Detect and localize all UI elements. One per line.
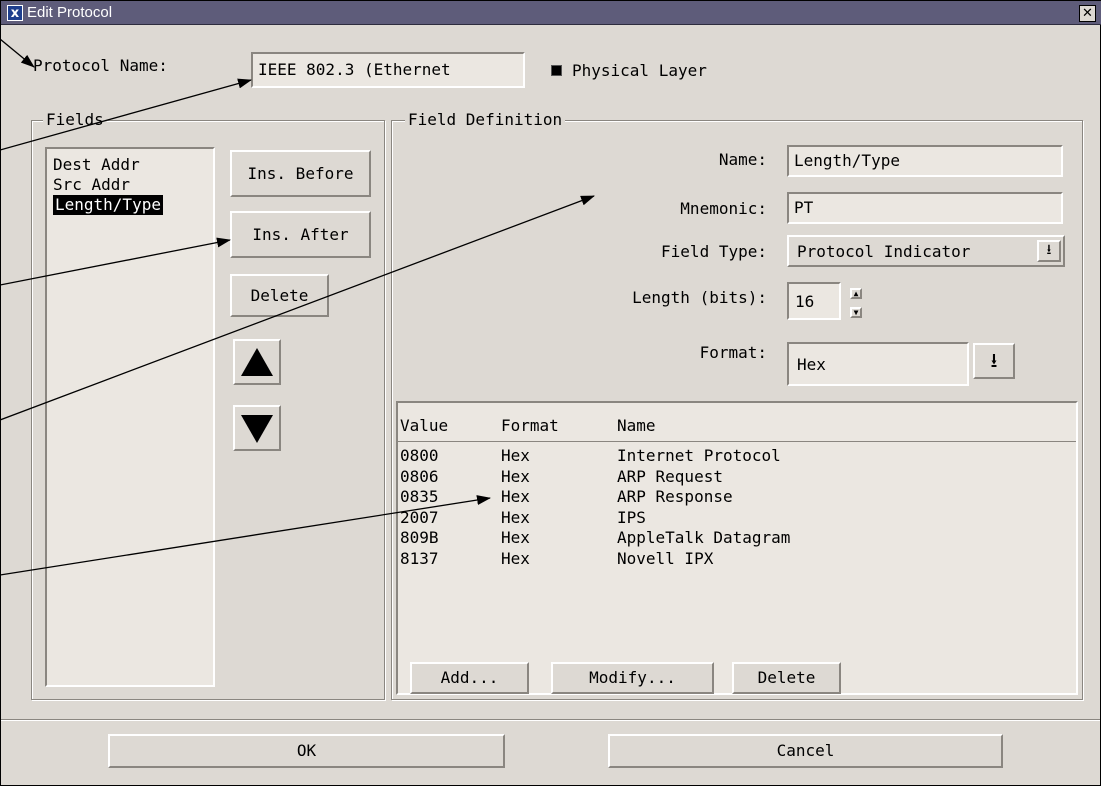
mnemonic-label: Mnemonic: — [680, 199, 767, 218]
ok-button[interactable]: OK — [108, 734, 505, 768]
length-value: 16 — [795, 292, 815, 311]
cell-name: ARP Response — [617, 487, 733, 506]
cell-format: Hex — [501, 548, 530, 568]
format-dropdown-icon[interactable]: ⭳ — [973, 343, 1015, 379]
format-label: Format: — [699, 343, 767, 362]
cell-value: 0806 — [400, 466, 439, 486]
table-row[interactable]: 2007 Hex IPS — [400, 508, 790, 529]
values-table-body: 0800 Hex Internet Protocol 0806 Hex ARP … — [400, 446, 790, 569]
cell-format: Hex — [501, 507, 530, 527]
delete-value-label: Delete — [757, 668, 816, 687]
ins-after-label: Ins. After — [252, 225, 349, 244]
table-row[interactable]: 0800 Hex Internet Protocol — [400, 446, 790, 467]
ins-after-button[interactable]: Ins. After — [230, 211, 371, 258]
column-header-name[interactable]: Name — [617, 416, 656, 437]
cell-value: 809B — [400, 528, 439, 547]
protocol-name-value: IEEE 802.3 (Ethernet — [258, 60, 451, 79]
x-icon[interactable]: x — [7, 5, 23, 21]
cell-value: 0800 — [400, 446, 439, 465]
cell-name: Internet Protocol — [617, 446, 781, 465]
cancel-label: Cancel — [776, 741, 835, 760]
ins-before-button[interactable]: Ins. Before — [230, 150, 371, 197]
cell-format: Hex — [501, 487, 530, 506]
modify-value-label: Modify... — [589, 668, 676, 687]
cancel-button[interactable]: Cancel — [608, 734, 1003, 768]
cell-name: AppleTalk Datagram — [617, 528, 791, 547]
table-row[interactable]: 8137 Hex Novell IPX — [400, 549, 790, 570]
table-row[interactable]: 0806 Hex ARP Request — [400, 467, 790, 488]
close-icon[interactable]: ✕ — [1079, 5, 1096, 22]
down-triangle-icon — [241, 415, 273, 443]
window-title: Edit Protocol — [27, 4, 113, 21]
move-up-button[interactable] — [233, 339, 281, 385]
column-header-value[interactable]: Value — [400, 416, 501, 437]
fields-delete-label: Delete — [250, 286, 309, 305]
length-input[interactable]: 16 — [787, 282, 841, 320]
mnemonic-input[interactable]: PT — [787, 192, 1063, 224]
cell-format: Hex — [501, 466, 530, 486]
cell-value: 2007 — [400, 507, 439, 527]
header-divider — [398, 441, 1076, 442]
list-item[interactable]: Src Addr — [53, 175, 130, 195]
column-header-format[interactable]: Format — [501, 416, 617, 437]
spin-up-icon[interactable]: ▲ — [850, 288, 862, 299]
ok-label: OK — [296, 741, 317, 760]
edit-protocol-window: x Edit Protocol ✕ Protocol Name: IEEE 80… — [0, 0, 1101, 786]
table-header-row: Value Format Name — [400, 416, 656, 437]
format-select[interactable]: Hex — [787, 342, 969, 386]
mnemonic-value: PT — [794, 198, 814, 217]
delete-value-button[interactable]: Delete — [732, 662, 841, 694]
ins-before-label: Ins. Before — [247, 164, 354, 183]
field-name-value: Length/Type — [794, 151, 900, 170]
values-table-grid: Value Format Name — [400, 416, 656, 437]
protocol-name-field[interactable]: IEEE 802.3 (Ethernet — [251, 52, 525, 88]
move-down-button[interactable] — [233, 405, 281, 451]
add-value-button[interactable]: Add... — [410, 662, 529, 694]
cell-format: Hex — [501, 528, 530, 547]
modify-value-button[interactable]: Modify... — [551, 662, 714, 694]
cell-name: ARP Request — [617, 466, 723, 486]
fields-delete-button[interactable]: Delete — [230, 274, 329, 317]
table-row[interactable]: 809B Hex AppleTalk Datagram — [400, 528, 790, 549]
physical-layer-label: Physical Layer — [572, 61, 707, 80]
protocol-name-label: Protocol Name: — [33, 56, 168, 75]
up-triangle-icon — [241, 348, 273, 376]
title-bar[interactable]: x Edit Protocol ✕ — [1, 1, 1101, 25]
values-table[interactable]: Value Format Name 0800 Hex Internet Prot… — [396, 401, 1078, 695]
cell-value: 0835 — [400, 487, 439, 506]
field-type-select[interactable]: Protocol Indicator ⭳ — [787, 235, 1065, 267]
add-value-label: Add... — [440, 668, 499, 687]
fields-group-label: Fields — [43, 111, 107, 129]
separator-highlight — [1, 720, 1100, 721]
cell-name: Novell IPX — [617, 548, 714, 568]
field-definition-label: Field Definition — [405, 111, 566, 129]
cell-value: 8137 — [400, 548, 439, 568]
field-type-value: Protocol Indicator — [797, 242, 971, 261]
list-item-selected[interactable]: Length/Type — [53, 195, 163, 215]
field-type-label: Field Type: — [661, 242, 767, 261]
cell-format: Hex — [501, 446, 530, 465]
fields-list[interactable]: Dest Addr Src Addr Length/Type — [45, 147, 215, 687]
name-label: Name: — [718, 150, 767, 169]
format-value: Hex — [797, 355, 826, 374]
chevron-down-icon[interactable]: ⭳ — [1037, 240, 1061, 262]
table-row[interactable]: 0835 Hex ARP Response — [400, 487, 790, 508]
list-item[interactable]: Dest Addr — [53, 155, 140, 175]
length-label: Length (bits): — [632, 288, 767, 307]
cell-name: IPS — [617, 507, 646, 527]
physical-layer-checkbox[interactable] — [551, 65, 562, 76]
field-name-input[interactable]: Length/Type — [787, 145, 1063, 177]
spin-down-icon[interactable]: ▼ — [850, 307, 862, 318]
